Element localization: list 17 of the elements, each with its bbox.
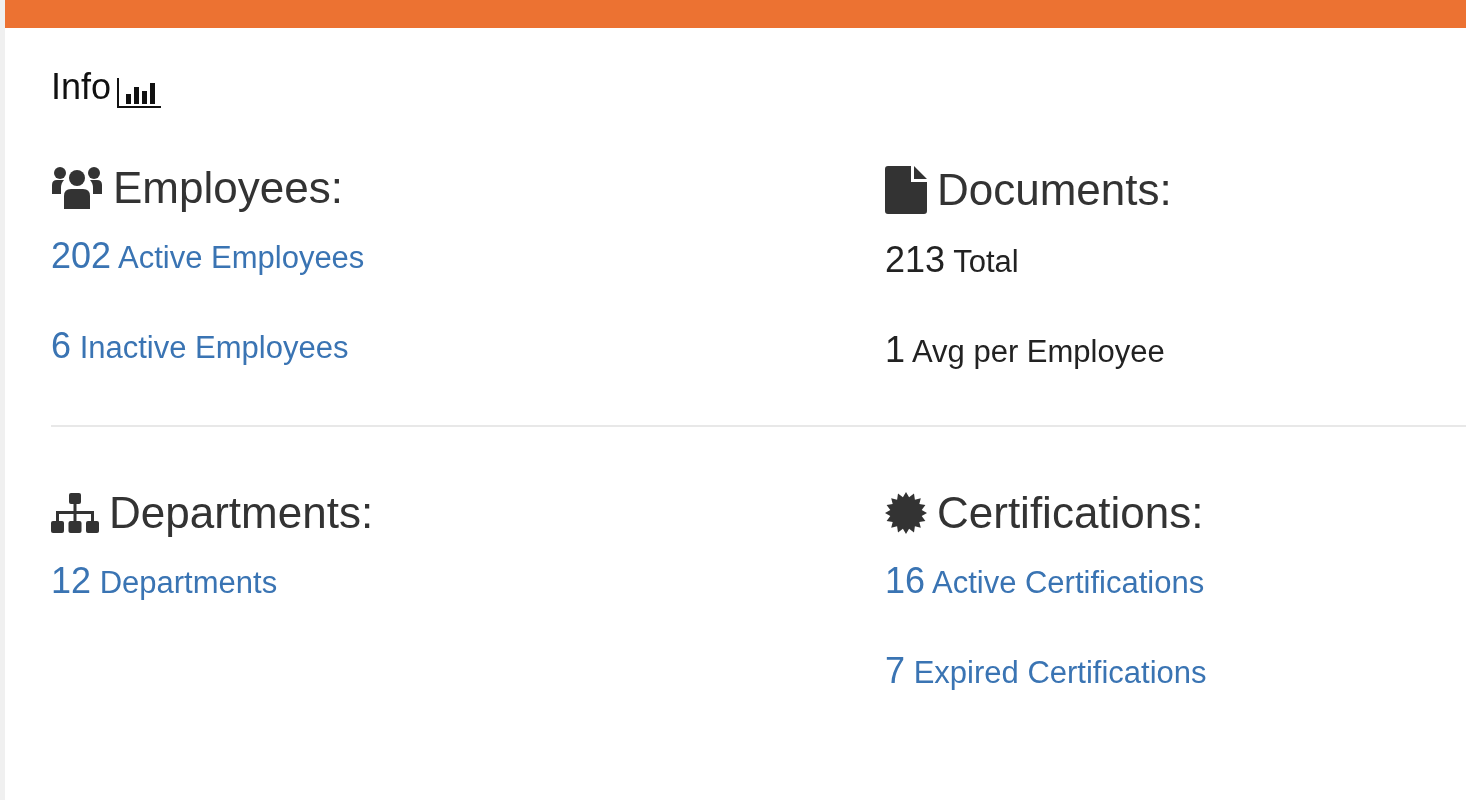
hierarchy-icon bbox=[51, 493, 99, 534]
document-icon bbox=[885, 166, 927, 214]
section-heading: Certifications: bbox=[937, 491, 1204, 536]
bar-chart-icon bbox=[117, 78, 162, 108]
people-icon bbox=[51, 166, 103, 210]
count-link[interactable]: 12 Departments bbox=[51, 561, 278, 601]
panel-title: Info bbox=[51, 65, 112, 109]
section-heading: Employees: bbox=[113, 166, 343, 210]
count-link[interactable]: 202 Active Employees bbox=[51, 236, 365, 276]
section-heading: Departments: bbox=[109, 491, 374, 536]
badge-icon bbox=[885, 492, 927, 535]
section-heading: Documents: bbox=[937, 168, 1172, 212]
count-link[interactable]: 7 Expired Certifications bbox=[885, 650, 1207, 691]
count-text: 1 Avg per Employee bbox=[885, 329, 1165, 370]
count-text: 213 Total bbox=[885, 240, 1019, 280]
count-link[interactable]: 6 Inactive Employees bbox=[51, 325, 349, 366]
count-link[interactable]: 16 Active Certifications bbox=[885, 561, 1205, 601]
